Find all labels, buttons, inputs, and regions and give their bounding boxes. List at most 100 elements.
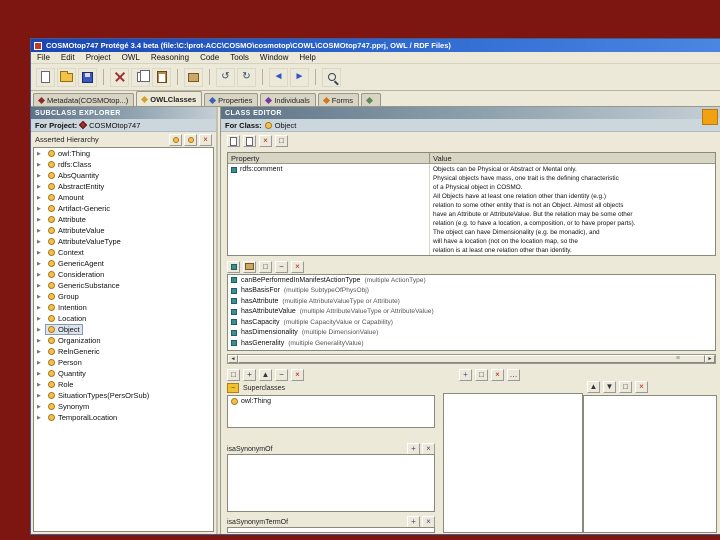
tree-item[interactable]: ▶ Artifact-Generic bbox=[34, 203, 213, 214]
property-row[interactable]: hasAttributeValue (multiple AttributeVal… bbox=[228, 307, 715, 318]
tab[interactable]: Metadata(COSMOtop...) bbox=[33, 93, 134, 106]
delete-button[interactable]: × bbox=[635, 381, 648, 393]
tree-item[interactable]: ▶ Synonym bbox=[34, 401, 213, 412]
expand-arrow-icon[interactable]: ▶ bbox=[37, 151, 43, 157]
expand-arrow-icon[interactable]: ▶ bbox=[37, 206, 43, 212]
create-button[interactable]: + bbox=[459, 369, 472, 381]
middle-widget-box[interactable] bbox=[443, 393, 583, 533]
title-bar[interactable]: COSMOtop747 Protégé 3.4 beta (file:\C:\p… bbox=[31, 39, 720, 52]
redo-button[interactable]: ↻ bbox=[237, 68, 256, 87]
expand-arrow-icon[interactable]: ▶ bbox=[37, 228, 43, 234]
tree-item[interactable]: ▶ AttributeValue bbox=[34, 225, 213, 236]
tree-item[interactable]: ▶ AbstractEntity bbox=[34, 181, 213, 192]
add-existing-property-button[interactable] bbox=[243, 261, 256, 273]
create-annotation-button[interactable] bbox=[227, 135, 240, 147]
expand-arrow-icon[interactable]: ▶ bbox=[37, 415, 43, 421]
tree-item[interactable]: ▶ Role bbox=[34, 379, 213, 390]
property-row[interactable]: hasCapacity (multiple CapacityValue or C… bbox=[228, 317, 715, 328]
property-row[interactable]: hasBasisFor (multiple SubtypeOfPhysObj) bbox=[228, 286, 715, 297]
expand-arrow-icon[interactable]: ▶ bbox=[37, 173, 43, 179]
properties-list[interactable]: canBePerformedInManifestActionType (mult… bbox=[227, 274, 716, 351]
save-project-button[interactable] bbox=[78, 68, 97, 87]
add-named-class-button[interactable]: □ bbox=[227, 369, 240, 381]
annotation-row[interactable]: rdfs:comment Objects can be Physical or … bbox=[228, 164, 715, 255]
tree-item[interactable]: ▶ Person bbox=[34, 357, 213, 368]
widget-state-icon[interactable]: − bbox=[227, 383, 239, 393]
menu-item[interactable]: Edit bbox=[61, 53, 75, 62]
undo-button[interactable]: ↺ bbox=[216, 68, 235, 87]
expand-arrow-icon[interactable]: ▶ bbox=[37, 305, 43, 311]
delete-superclass-button[interactable]: × bbox=[291, 369, 304, 381]
expand-arrow-icon[interactable]: ▶ bbox=[37, 250, 43, 256]
expand-arrow-icon[interactable]: ▶ bbox=[37, 272, 43, 278]
delete-property-button[interactable]: × bbox=[291, 261, 304, 273]
tree-item[interactable]: ▶ TemporalLocation bbox=[34, 412, 213, 423]
property-row[interactable]: canBePerformedInManifestActionType (mult… bbox=[228, 275, 715, 286]
expand-arrow-icon[interactable]: ▶ bbox=[37, 217, 43, 223]
tree-item[interactable]: ▶ Context bbox=[34, 247, 213, 258]
superclass-item[interactable]: owl:Thing bbox=[228, 396, 434, 407]
tab[interactable]: OWLClasses bbox=[136, 91, 202, 106]
tree-item[interactable]: ▶ RelnGeneric bbox=[34, 346, 213, 357]
property-row[interactable]: hasDimensionality (multiple DimensionVal… bbox=[228, 328, 715, 339]
scrollbar-thumb[interactable]: ≡ bbox=[238, 355, 705, 363]
view-button[interactable]: □ bbox=[619, 381, 632, 393]
menu-item[interactable]: Window bbox=[260, 53, 288, 62]
tree-item[interactable]: ▶ GenericAgent bbox=[34, 258, 213, 269]
expand-arrow-icon[interactable]: ▶ bbox=[37, 239, 43, 245]
expand-arrow-icon[interactable]: ▶ bbox=[37, 382, 43, 388]
delete-class-button[interactable]: × bbox=[199, 134, 212, 146]
create-superclass-button[interactable]: + bbox=[243, 369, 256, 381]
cut-button[interactable] bbox=[110, 68, 129, 87]
remove-property-button[interactable]: − bbox=[275, 261, 288, 273]
paste-button[interactable] bbox=[152, 68, 171, 87]
tree-item[interactable]: ▶ Attribute bbox=[34, 214, 213, 225]
tree-item[interactable]: ▶ Object bbox=[34, 324, 213, 335]
class-tree[interactable]: ▶ owl:Thing ▶ rdfs:Class bbox=[33, 147, 214, 532]
property-row[interactable]: hasGenerality (multiple GeneralityValue) bbox=[228, 338, 715, 349]
tree-item[interactable]: ▶ owl:Thing bbox=[34, 148, 213, 159]
menu-item[interactable]: File bbox=[37, 53, 50, 62]
menu-item[interactable]: Reasoning bbox=[151, 53, 189, 62]
annotations-table[interactable]: Property Value rdfs:comment Objects can … bbox=[227, 152, 716, 256]
more-button[interactable]: … bbox=[507, 369, 520, 381]
menu-item[interactable]: Help bbox=[299, 53, 315, 62]
expand-arrow-icon[interactable]: ▶ bbox=[37, 294, 43, 300]
expand-arrow-icon[interactable]: ▶ bbox=[37, 261, 43, 267]
tree-item[interactable]: ▶ Quantity bbox=[34, 368, 213, 379]
new-project-button[interactable] bbox=[36, 68, 55, 87]
edit-annotation-button[interactable] bbox=[243, 135, 256, 147]
expand-arrow-icon[interactable]: ▶ bbox=[37, 393, 43, 399]
tab[interactable] bbox=[361, 93, 381, 106]
property-row[interactable]: hasLocation (multiple Location) bbox=[228, 349, 715, 352]
tab[interactable]: Individuals bbox=[260, 93, 315, 106]
scroll-right-button[interactable]: ► bbox=[705, 355, 715, 363]
view-annotation-button[interactable]: □ bbox=[275, 135, 288, 147]
expand-arrow-icon[interactable]: ▶ bbox=[37, 162, 43, 168]
menu-item[interactable]: Tools bbox=[230, 53, 249, 62]
expand-arrow-icon[interactable]: ▶ bbox=[37, 371, 43, 377]
tree-item[interactable]: ▶ Consideration bbox=[34, 269, 213, 280]
move-down-button[interactable]: ▼ bbox=[603, 381, 616, 393]
tree-item[interactable]: ▶ Amount bbox=[34, 192, 213, 203]
synonym-value-box[interactable] bbox=[227, 454, 435, 512]
expand-arrow-icon[interactable]: ▶ bbox=[37, 184, 43, 190]
expand-arrow-icon[interactable]: ▶ bbox=[37, 404, 43, 410]
remove-superclass-button[interactable]: − bbox=[275, 369, 288, 381]
expand-arrow-icon[interactable]: ▶ bbox=[37, 195, 43, 201]
view-property-button[interactable]: □ bbox=[259, 261, 272, 273]
archive-button[interactable] bbox=[184, 68, 203, 87]
create-subclass-button[interactable] bbox=[184, 134, 197, 146]
menu-item[interactable]: Project bbox=[86, 53, 111, 62]
tree-item[interactable]: ▶ Group bbox=[34, 291, 213, 302]
tree-item[interactable]: ▶ AttributeValueType bbox=[34, 236, 213, 247]
delete-annotation-button[interactable]: × bbox=[259, 135, 272, 147]
tree-item[interactable]: ▶ SituationTypes(PersOrSub) bbox=[34, 390, 213, 401]
view-button[interactable]: □ bbox=[475, 369, 488, 381]
menu-item[interactable]: OWL bbox=[122, 53, 140, 62]
property-row[interactable]: hasAttribute (multiple AttributeValueTyp… bbox=[228, 296, 715, 307]
create-property-button[interactable] bbox=[227, 261, 240, 273]
forward-button[interactable]: ► bbox=[290, 68, 309, 87]
find-button[interactable] bbox=[322, 68, 341, 87]
tab[interactable]: Properties bbox=[204, 93, 258, 106]
